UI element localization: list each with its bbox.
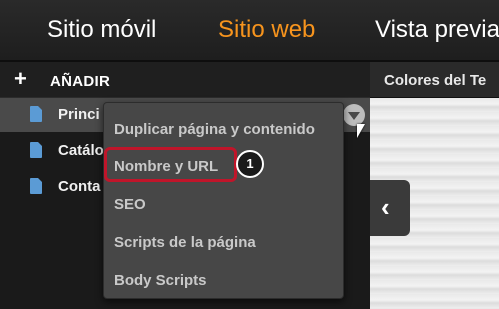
page-item-label: Conta xyxy=(58,178,101,195)
tab-website[interactable]: Sitio web xyxy=(218,16,315,44)
menu-item-label: Body Scripts xyxy=(114,272,207,289)
chevron-left-icon: ‹ xyxy=(381,192,390,222)
menu-item-seo[interactable]: SEO xyxy=(104,186,343,222)
mouse-cursor-icon xyxy=(357,124,365,138)
collapse-panel-button[interactable]: ‹ xyxy=(370,180,410,236)
add-page-label: AÑADIR xyxy=(50,73,111,90)
highlight-annotation-box xyxy=(104,147,237,182)
page-options-dropdown-button[interactable] xyxy=(343,104,365,126)
page-item-label: Princi xyxy=(58,106,100,123)
tab-mobile-site[interactable]: Sitio móvil xyxy=(47,16,156,44)
menu-item-duplicate[interactable]: Duplicar página y contenido xyxy=(104,111,343,147)
tab-preview[interactable]: Vista previa xyxy=(375,16,499,44)
theme-colors-header[interactable]: Colores del Te xyxy=(370,62,499,98)
menu-item-label: Scripts de la página xyxy=(114,234,256,251)
top-tab-bar: Sitio móvil Sitio web Vista previa xyxy=(0,0,499,62)
step-number-badge: 1 xyxy=(236,150,264,178)
document-icon xyxy=(30,142,42,158)
menu-item-page-scripts[interactable]: Scripts de la página xyxy=(104,224,343,260)
plus-icon: + xyxy=(14,66,27,91)
menu-item-body-scripts[interactable]: Body Scripts xyxy=(104,262,343,298)
menu-item-label: SEO xyxy=(114,196,146,213)
add-page-button[interactable]: + AÑADIR xyxy=(0,62,370,98)
page-context-menu: Duplicar página y contenido Nombre y URL… xyxy=(103,102,344,299)
document-icon xyxy=(30,106,42,122)
theme-colors-label: Colores del Te xyxy=(384,72,487,89)
document-icon xyxy=(30,178,42,194)
page-item-label: Catálo xyxy=(58,142,104,159)
menu-item-label: Duplicar página y contenido xyxy=(114,121,315,138)
